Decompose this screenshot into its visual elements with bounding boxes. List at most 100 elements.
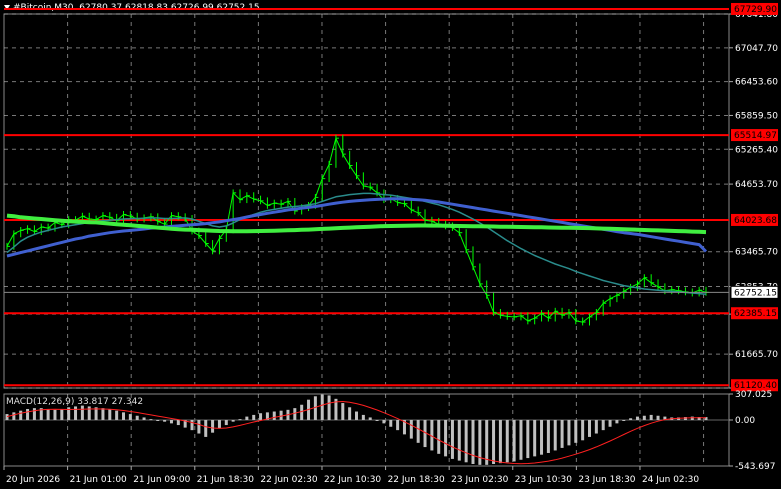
macd-bar — [327, 395, 331, 420]
macd-bar — [26, 408, 30, 420]
macd-bar — [608, 419, 612, 427]
macd-bar — [464, 419, 468, 463]
macd-bar — [19, 410, 23, 420]
macd-bar — [217, 419, 221, 429]
time-tick-label: 20 Jun 2026 — [6, 475, 60, 485]
macd-bar — [149, 419, 153, 421]
time-tick-label: 24 Jun 02:30 — [642, 475, 699, 485]
macd-bar — [512, 419, 516, 462]
time-tick-label: 22 Jun 02:30 — [260, 475, 317, 485]
macd-bar — [437, 419, 441, 454]
macd-bar — [642, 415, 646, 420]
macd-bar — [204, 419, 208, 437]
time-tick-label: 21 Jun 09:00 — [133, 475, 190, 485]
macd-bar — [416, 419, 420, 443]
macd-bar — [108, 408, 112, 420]
macd-bar — [211, 419, 215, 433]
macd-bar — [492, 419, 496, 464]
macd-bar — [560, 419, 564, 448]
macd-bar — [396, 419, 400, 431]
level-label: 62385.15 — [734, 309, 777, 319]
macd-bar — [224, 419, 228, 426]
macd-bar — [505, 419, 509, 463]
macd-bar — [540, 419, 544, 455]
macd-bar — [12, 412, 16, 420]
macd-bar — [293, 408, 297, 420]
macd-bar — [567, 419, 571, 446]
macd-bar — [245, 416, 249, 420]
price-tick-label: 61665.70 — [735, 350, 778, 360]
macd-bar — [553, 419, 557, 451]
macd-bar — [5, 414, 9, 420]
macd-bar — [252, 414, 256, 420]
macd-bar — [53, 409, 57, 420]
level-label: 65514.97 — [734, 131, 777, 141]
macd-bar — [498, 419, 502, 464]
macd-bar — [197, 419, 201, 434]
time-tick-label: 22 Jun 10:30 — [324, 475, 381, 485]
macd-signal-line — [6, 400, 706, 465]
macd-bar — [163, 419, 167, 422]
macd-bar — [471, 419, 475, 464]
time-tick-label: 22 Jun 18:30 — [388, 475, 445, 485]
price-tick-label: 63465.70 — [735, 248, 778, 258]
ma-fast-line — [6, 192, 707, 295]
macd-bar — [601, 419, 605, 431]
macd-bar — [389, 419, 393, 427]
price-tick-label: 65859.50 — [735, 111, 778, 121]
macd-bar — [320, 394, 324, 420]
time-tick-label: 23 Jun 02:30 — [451, 475, 508, 485]
macd-bar — [574, 419, 578, 443]
macd-bar — [622, 419, 626, 421]
macd-bar — [101, 408, 105, 420]
macd-bar — [259, 413, 263, 420]
price-tick-label: 65265.40 — [735, 145, 778, 155]
macd-bar — [279, 410, 283, 420]
macd-bar — [238, 419, 242, 421]
macd-bar — [122, 412, 125, 420]
macd-bar — [649, 414, 653, 420]
macd-bar — [409, 419, 413, 439]
macd-bar — [485, 419, 489, 465]
level-label: 64023.68 — [734, 216, 777, 226]
macd-bar — [457, 419, 461, 461]
macd-bar — [300, 404, 304, 420]
macd-bar — [272, 411, 276, 420]
macd-tick-label: -543.697 — [735, 462, 775, 472]
level-label: 67729.90 — [734, 5, 777, 15]
macd-bar — [526, 419, 530, 459]
macd-bar — [635, 416, 639, 420]
macd-bar — [594, 419, 598, 434]
time-tick-label: 21 Jun 18:30 — [197, 475, 254, 485]
price-tick-label: 67047.70 — [735, 44, 778, 54]
macd-bar — [176, 419, 180, 426]
macd-bar — [115, 410, 119, 420]
macd-bar — [382, 419, 386, 424]
macd-bar — [341, 403, 345, 420]
macd-bar — [156, 419, 160, 421]
macd-tick-label: 0.00 — [735, 416, 755, 426]
macd-bar — [629, 418, 633, 420]
macd-bar — [588, 419, 591, 437]
macd-bar — [32, 408, 36, 420]
time-tick-label: 23 Jun 18:30 — [578, 475, 635, 485]
macd-bar — [87, 406, 91, 420]
macd-bar — [581, 419, 585, 441]
macd-bar — [169, 419, 173, 424]
macd-bar — [361, 414, 365, 420]
macd-bar — [46, 408, 50, 420]
macd-bar — [128, 414, 132, 420]
price-tick-label: 64653.70 — [735, 180, 778, 190]
time-tick-label: 23 Jun 10:30 — [515, 475, 572, 485]
trading-chart[interactable]: 67641.8067047.7066453.6065859.5065265.40… — [0, 0, 781, 489]
price-tick-label: 66453.60 — [735, 78, 778, 88]
macd-bar — [656, 415, 660, 420]
macd-bar — [135, 415, 139, 420]
macd-bar — [142, 417, 146, 420]
macd-bar — [74, 406, 78, 420]
macd-bar — [348, 407, 352, 420]
macd-bar — [533, 419, 537, 457]
time-tick-label: 21 Jun 01:00 — [70, 475, 127, 485]
macd-label: MACD(12,26,9) 33.817 27.342 — [6, 397, 144, 407]
macd-bar — [231, 419, 235, 422]
